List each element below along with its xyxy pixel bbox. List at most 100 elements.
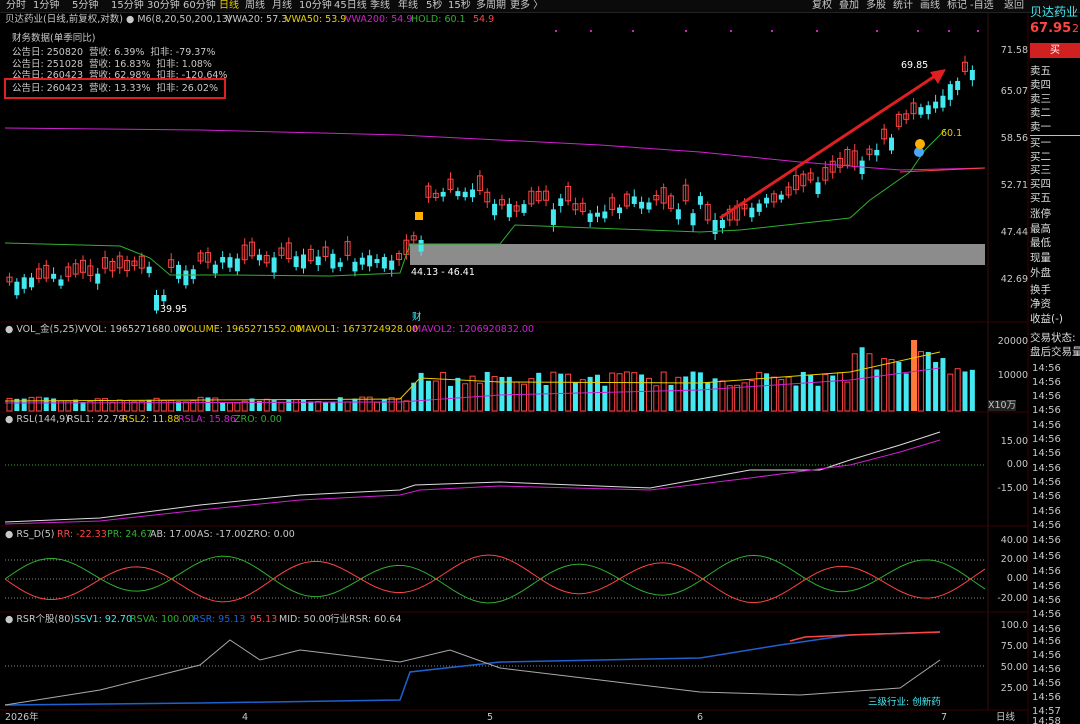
- volume-bar: [205, 397, 211, 411]
- volume-bar: [917, 351, 924, 412]
- volume-bar: [469, 375, 476, 412]
- volume-bar: [844, 381, 851, 412]
- candle-down: [301, 254, 306, 269]
- stat-eps: 收益(-): [1030, 313, 1063, 325]
- bid-5: 买五: [1030, 192, 1051, 204]
- volume-bar: [227, 402, 233, 412]
- candle-down: [969, 70, 975, 81]
- candle-down: [646, 202, 652, 210]
- fin-row-3: 公告日: 260423 营收: 62.98% 扣非: -120.64%: [12, 70, 228, 78]
- candle-down: [455, 191, 461, 197]
- candle-down: [947, 84, 953, 100]
- volume-bar: [690, 371, 696, 411]
- volume-bar: [234, 402, 241, 412]
- bid-1: 买一: [1030, 137, 1051, 149]
- rsr-tick: 25.00: [1000, 683, 1028, 694]
- volume-bar: [572, 382, 578, 411]
- volume-bar: [954, 368, 961, 412]
- indicator-name: ● M6(8,20,50,200,13): [126, 14, 232, 25]
- candle-down: [367, 255, 373, 267]
- volume-bar: [933, 362, 939, 411]
- volume-bar: [528, 378, 535, 412]
- candle-down: [51, 273, 57, 279]
- volume-bar: [432, 380, 439, 412]
- ask-4: 卖四: [1030, 79, 1051, 91]
- volume-bar: [770, 376, 777, 412]
- volume-bar: [903, 373, 909, 411]
- volume-bar: [352, 398, 358, 411]
- candle-down: [712, 220, 718, 234]
- marker-dot: [632, 30, 634, 32]
- volume-bar: [396, 398, 403, 412]
- stat-outer: 外盘: [1030, 267, 1051, 279]
- x-label-year: 2026年: [5, 712, 39, 723]
- candle-down: [359, 257, 365, 265]
- vol-tick: 10000: [997, 370, 1028, 381]
- time-entry: 14:56: [1032, 377, 1061, 388]
- marker-dot: [590, 30, 592, 32]
- candle-down: [550, 209, 556, 225]
- rsr-label: RSR: 95.13: [193, 614, 246, 625]
- y-tick: 47.44: [1000, 227, 1028, 238]
- volume-bar: [683, 376, 689, 411]
- ask-1: 卖一: [1030, 121, 1051, 133]
- hold2-label: 54.9: [473, 14, 495, 25]
- candle-down: [220, 257, 226, 263]
- time-entry: 14:56: [1032, 650, 1061, 661]
- candle-down: [315, 256, 321, 266]
- candle-down: [617, 207, 623, 214]
- time-entry: 14:56: [1032, 391, 1061, 402]
- fin-row-4: 公告日: 260423 营收: 13.33% 扣非: 26.02%: [12, 83, 218, 94]
- volume-bar: [800, 371, 806, 411]
- candle-down: [14, 281, 20, 296]
- volume-bar: [536, 372, 542, 411]
- time-entry: 14:56: [1032, 692, 1061, 703]
- mavol2-label: MAVOL2: 1206920832.00: [413, 324, 535, 335]
- volume-bar: [558, 373, 564, 411]
- volume-bar: [550, 371, 557, 412]
- mavol1-label: MAVOL1: 1673724928.00: [297, 324, 419, 335]
- volume-bar: [866, 353, 873, 412]
- financial-marker: 财: [412, 312, 422, 323]
- rsl1-line: [4, 431, 941, 523]
- volume-bar: [822, 373, 829, 412]
- candle-down: [749, 207, 755, 218]
- rsr-tick: 50.00: [1000, 662, 1028, 673]
- stat-high: 最高: [1030, 223, 1051, 235]
- ssv1-label: SSV1: 92.70: [74, 614, 133, 625]
- candle-down: [595, 212, 600, 217]
- after-hours-vol: 盘后交易量: [1030, 346, 1080, 358]
- candle-down: [352, 261, 358, 272]
- volume-bar: [197, 396, 204, 412]
- volume-bar: [660, 371, 667, 412]
- rsd-tick: 0.00: [1006, 573, 1028, 584]
- volume-bar: [220, 401, 226, 411]
- ask-3: 卖三: [1030, 93, 1051, 105]
- candle-down: [697, 196, 703, 205]
- marker-dot: [917, 30, 919, 32]
- time-entry: 14:56: [1032, 609, 1061, 620]
- candle-down: [293, 256, 299, 267]
- volume-bar: [344, 401, 351, 412]
- candle-down: [154, 295, 159, 311]
- financial-header: 财务数据(单季同比): [12, 33, 96, 44]
- volume-bar: [645, 377, 652, 412]
- trade-status: 交易状态:: [1030, 332, 1076, 344]
- volume-bar: [653, 385, 660, 412]
- volume-bar: [808, 374, 814, 411]
- time-entry: 14:56: [1032, 448, 1061, 459]
- time-entry: 14:56: [1032, 491, 1061, 502]
- vvol-label: VVOL: 1965271680.00: [78, 324, 186, 335]
- volume-bar: [440, 371, 447, 412]
- rsd-tick: 20.00: [1000, 554, 1028, 565]
- rsr2-label: 95.13: [250, 614, 278, 625]
- candle-down: [675, 209, 681, 220]
- volume-bar: [403, 400, 410, 412]
- candle-down: [462, 191, 468, 198]
- candle-down: [58, 279, 64, 286]
- main-title: 贝达药业(日线,前复权,对数): [5, 14, 123, 25]
- volume-bar: [301, 399, 306, 411]
- volume-bar: [793, 385, 799, 411]
- time-entry: 14:56: [1032, 477, 1061, 488]
- volume-bar: [278, 402, 285, 412]
